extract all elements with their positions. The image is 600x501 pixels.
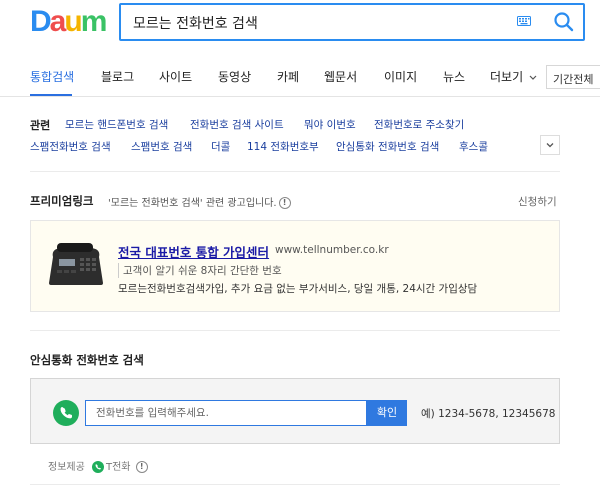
divider [30, 171, 560, 172]
safe-call-title: 안심통화 전화번호 검색 [30, 353, 144, 367]
search-box [119, 3, 585, 41]
ad-description: 모르는전화번호검색가입, 추가 요금 없는 부가서비스, 당일 개통, 24시간… [118, 283, 478, 295]
provider-name: T전화 [106, 462, 131, 473]
keyboard-icon[interactable] [517, 16, 531, 26]
ad-box: 전국 대표번호 통합 가입센터 www.tellnumber.co.kr 고객이… [30, 220, 560, 312]
daum-logo[interactable]: Daum [30, 5, 108, 38]
ad-subtitle: 고객이 알기 쉬운 8자리 간단한 번호 [118, 263, 282, 278]
related-link[interactable]: 더콜 [211, 139, 230, 154]
confirm-button[interactable]: 확인 [367, 400, 407, 426]
tab-all[interactable]: 통합검색 [30, 68, 74, 85]
provider-label: 정보제공 [48, 462, 85, 473]
info-icon[interactable]: ! [135, 461, 148, 473]
tab-video[interactable]: 동영상 [218, 68, 251, 85]
related-link[interactable]: 114 전화번호부 [247, 139, 319, 154]
divider [30, 330, 560, 331]
premium-link-desc: '모르는 전화번호 검색' 관련 광고입니다.! [108, 194, 291, 209]
tab-blog[interactable]: 블로그 [101, 68, 134, 85]
premium-desc-text: '모르는 전화번호 검색' 관련 광고입니다. [108, 198, 277, 209]
related-link[interactable]: 안심통화 전화번호 검색 [336, 139, 439, 154]
tab-cafe[interactable]: 카페 [277, 68, 299, 85]
tab-webdoc[interactable]: 웹문서 [324, 68, 357, 85]
search-input[interactable] [133, 11, 513, 35]
example-hint: 예) 1234-5678, 12345678 [421, 408, 556, 420]
tab-site[interactable]: 사이트 [159, 68, 192, 85]
office-phone-image[interactable] [47, 239, 105, 287]
apply-ad-link[interactable]: 신청하기 [518, 194, 557, 209]
logo-letter-d: D [30, 5, 52, 38]
tab-news[interactable]: 뉴스 [443, 68, 465, 85]
related-link[interactable]: 스팸전화번호 검색 [30, 139, 111, 154]
safe-call-search-box: 확인 예) 1234-5678, 12345678 [30, 378, 560, 444]
related-link[interactable]: 전화번호 검색 사이트 [190, 117, 284, 132]
logo-letter-u: u [64, 5, 82, 38]
divider [30, 484, 560, 485]
related-expand-button[interactable] [540, 135, 560, 155]
chevron-down-icon [546, 143, 554, 148]
t-phone-icon [92, 461, 104, 473]
logo-letter-m: m [80, 5, 108, 38]
info-provider: 정보제공 T전화 ! [48, 458, 148, 473]
tab-more-label: 더보기 [490, 70, 524, 84]
logo-letter-a: a [49, 5, 67, 38]
phone-number-input[interactable] [85, 400, 367, 426]
related-link[interactable]: 스팸번호 검색 [131, 139, 192, 154]
related-link[interactable]: 후스콜 [459, 139, 488, 154]
header: Daum [0, 0, 600, 52]
period-filter-button[interactable]: 기간전체 [546, 65, 600, 89]
active-tab-underline [30, 94, 72, 96]
search-icon[interactable] [553, 11, 575, 33]
info-icon[interactable]: ! [278, 197, 291, 209]
ad-url[interactable]: www.tellnumber.co.kr [275, 244, 389, 256]
related-link[interactable]: 뭐야 이번호 [304, 117, 356, 132]
related-link[interactable]: 전화번호로 주소찾기 [374, 117, 464, 132]
related-link[interactable]: 모르는 핸드폰번호 검색 [65, 117, 168, 132]
related-title: 관련 [30, 119, 51, 132]
chevron-down-icon [529, 75, 537, 80]
ad-title-link[interactable]: 전국 대표번호 통합 가입센터 [118, 242, 269, 261]
premium-link-title: 프리미엄링크 [30, 194, 94, 208]
tab-more[interactable]: 더보기 [490, 68, 537, 85]
phone-icon [53, 400, 79, 426]
tab-image[interactable]: 이미지 [384, 68, 417, 85]
search-tabs: 통합검색 블로그 사이트 동영상 카페 웹문서 이미지 뉴스 더보기 기간전체 [0, 56, 600, 97]
